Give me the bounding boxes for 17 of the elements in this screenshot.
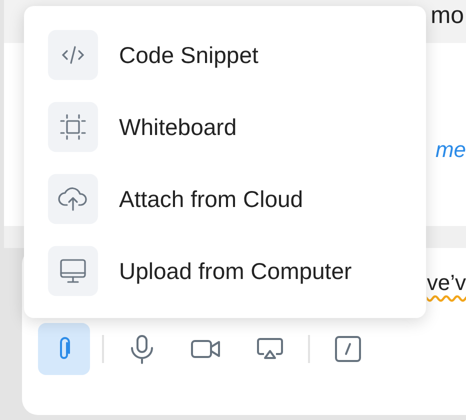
- message-text: mo: [430, 2, 464, 30]
- slash-command-icon: [334, 335, 362, 363]
- menu-item[interactable]: Code Snippet: [48, 30, 426, 80]
- frame-icon: [59, 113, 87, 141]
- attach-button[interactable]: [38, 323, 90, 375]
- message-link[interactable]: me: [435, 137, 466, 163]
- code-icon: [60, 43, 86, 67]
- menu-item[interactable]: Attach from Cloud: [48, 174, 426, 224]
- menu-item[interactable]: Upload from Computer: [48, 246, 426, 296]
- video-camera-icon: [191, 338, 221, 360]
- monitor-icon: [59, 257, 87, 285]
- draft-text[interactable]: ve’v: [426, 270, 466, 296]
- cloud-upload-icon: [57, 186, 89, 212]
- microphone-icon: [129, 334, 155, 364]
- menu-item[interactable]: Whiteboard: [48, 102, 426, 152]
- screen-share-icon: [256, 337, 284, 361]
- paperclip-icon: [57, 337, 71, 361]
